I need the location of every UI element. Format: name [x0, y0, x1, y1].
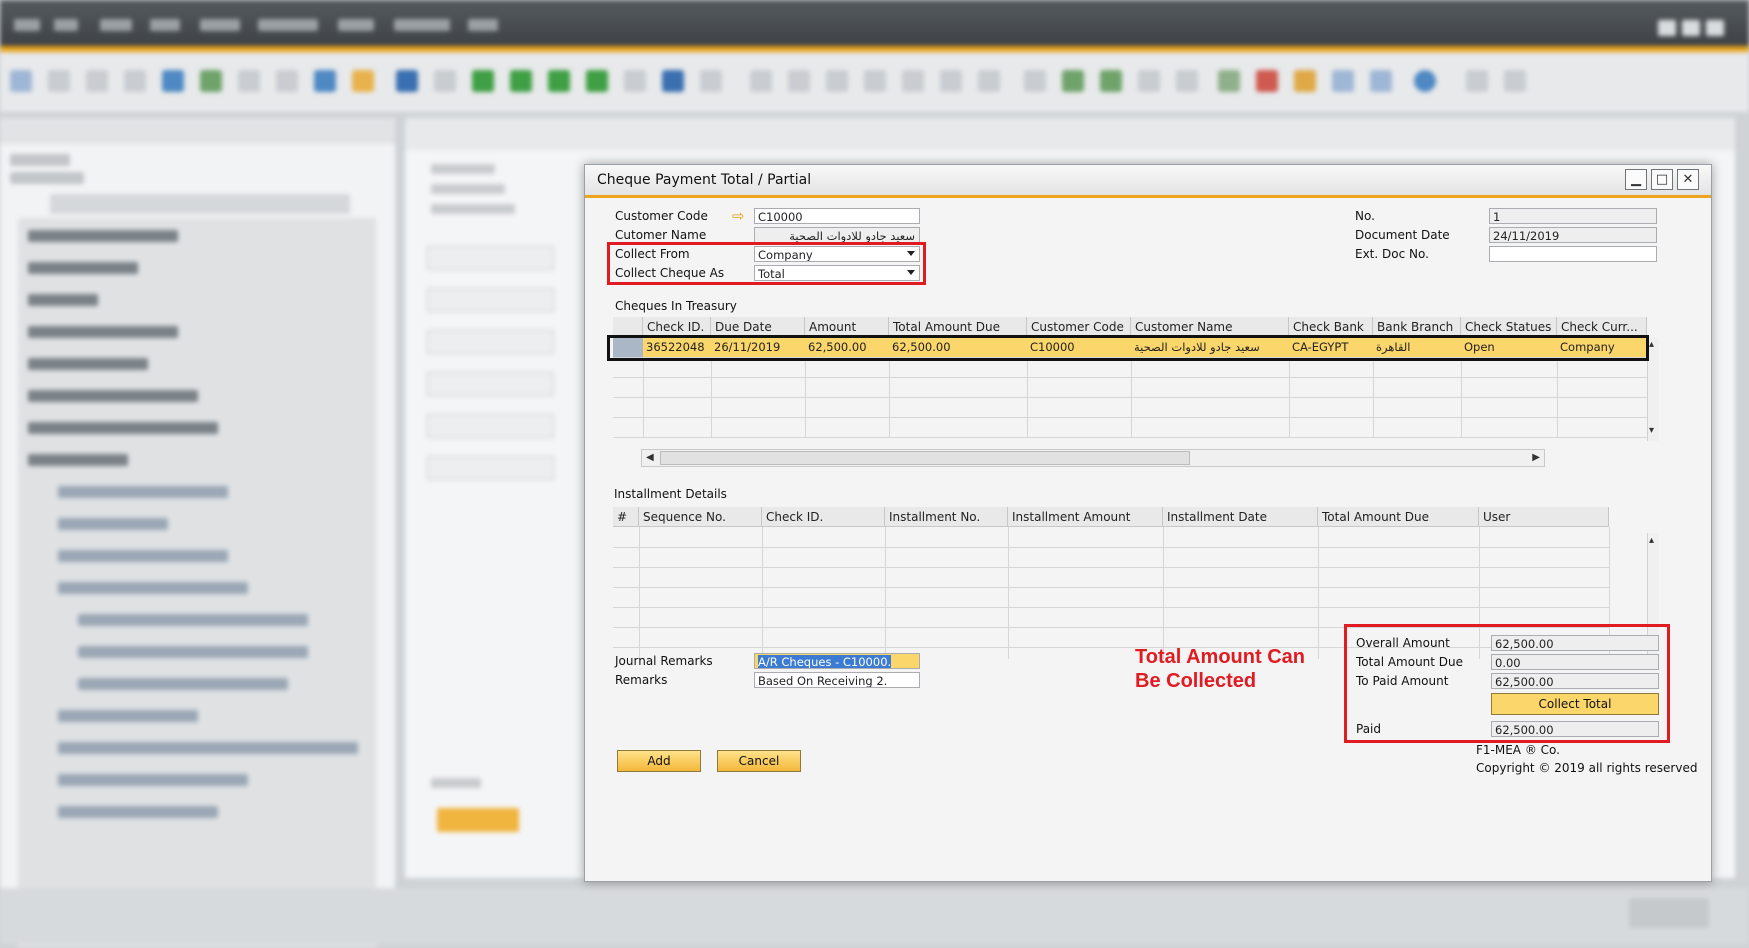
company-label: F1-MEA ® Co.	[1476, 743, 1560, 757]
dialog-titlebar: Cheque Payment Total / Partial ▁ □ ✕	[585, 165, 1711, 198]
journal-remarks-value: A/R Cheques - C10000.	[758, 655, 892, 669]
journal-remarks-field[interactable]: A/R Cheques - C10000.	[754, 653, 920, 669]
annotation-line-2: Be Collected	[1135, 670, 1257, 692]
column-header[interactable]: Installment Date	[1163, 507, 1318, 527]
scroll-left-icon[interactable]: ◀	[646, 452, 654, 463]
status-bar	[0, 888, 1749, 944]
customer-name-field[interactable]: سعيد جادو للادوات الصحية	[754, 227, 920, 243]
column-header[interactable]: Installment Amount	[1008, 507, 1163, 527]
column-header[interactable]: Bank Branch	[1373, 317, 1461, 337]
collect-options-highlight	[607, 242, 926, 285]
main-menubar	[0, 0, 1749, 52]
minimize-icon[interactable]: ▁	[1625, 169, 1647, 190]
no-label: No.	[1355, 209, 1375, 223]
column-header[interactable]: Total Amount Due	[889, 317, 1027, 337]
ext-doc-label: Ext. Doc No.	[1355, 247, 1429, 261]
selected-cheque-highlight	[607, 335, 1649, 361]
scroll-thumb[interactable]	[660, 451, 1190, 465]
close-icon[interactable]: ✕	[1677, 169, 1699, 190]
cheque-payment-dialog: Cheque Payment Total / Partial ▁ □ ✕ Cus…	[584, 164, 1712, 882]
scroll-down-icon[interactable]: ▾	[1649, 425, 1654, 436]
column-header[interactable]: Total Amount Due	[1318, 507, 1479, 527]
column-header[interactable]: Customer Name	[1131, 317, 1289, 337]
annotation-line-1: Total Amount Can	[1135, 646, 1305, 668]
row-header-corner	[613, 317, 643, 337]
customer-code-field[interactable]: C10000	[754, 208, 920, 224]
installment-grid-title: Installment Details	[614, 487, 727, 501]
link-arrow-icon[interactable]: ⇨	[732, 209, 745, 224]
column-header[interactable]: Check Bank	[1289, 317, 1373, 337]
remarks-label: Remarks	[615, 673, 668, 687]
dialog-title: Cheque Payment Total / Partial	[597, 172, 812, 188]
column-header[interactable]: User	[1479, 507, 1609, 527]
column-header[interactable]: Check ID.	[643, 317, 711, 337]
column-header[interactable]: Sequence No.	[639, 507, 762, 527]
main-menu-panel	[0, 118, 395, 948]
customer-code-label: Customer Code	[615, 209, 708, 223]
column-header[interactable]: Installment No.	[885, 507, 1008, 527]
column-header[interactable]: Due Date	[711, 317, 805, 337]
column-header[interactable]: Check Statues	[1461, 317, 1557, 337]
column-header[interactable]: #	[613, 507, 639, 527]
column-header[interactable]: Check Curr...	[1557, 317, 1647, 337]
scroll-up-icon[interactable]: ▴	[1649, 535, 1654, 546]
scroll-right-icon[interactable]: ▶	[1532, 452, 1540, 463]
column-header[interactable]: Customer Code	[1027, 317, 1131, 337]
journal-remarks-label: Journal Remarks	[615, 654, 713, 668]
copyright-label: Copyright © 2019 all rights reserved	[1476, 761, 1698, 775]
scroll-up-icon[interactable]: ▴	[1649, 339, 1654, 350]
customer-name-label: Cutomer Name	[615, 228, 707, 242]
column-header[interactable]: Amount	[805, 317, 889, 337]
treasury-grid-title: Cheques In Treasury	[615, 299, 737, 313]
ext-doc-field[interactable]	[1489, 246, 1657, 262]
add-button[interactable]: Add	[617, 750, 701, 772]
no-field[interactable]: 1	[1489, 208, 1657, 224]
document-date-label: Document Date	[1355, 228, 1450, 242]
cancel-button[interactable]: Cancel	[717, 750, 801, 772]
horizontal-scrollbar[interactable]: ◀ ▶	[641, 449, 1545, 467]
document-date-field[interactable]: 24/11/2019	[1489, 227, 1657, 243]
maximize-icon[interactable]: □	[1651, 169, 1673, 190]
remarks-field[interactable]: Based On Receiving 2.	[754, 672, 920, 688]
column-header[interactable]: Check ID.	[762, 507, 885, 527]
main-toolbar	[0, 52, 1749, 112]
totals-highlight	[1344, 624, 1670, 743]
